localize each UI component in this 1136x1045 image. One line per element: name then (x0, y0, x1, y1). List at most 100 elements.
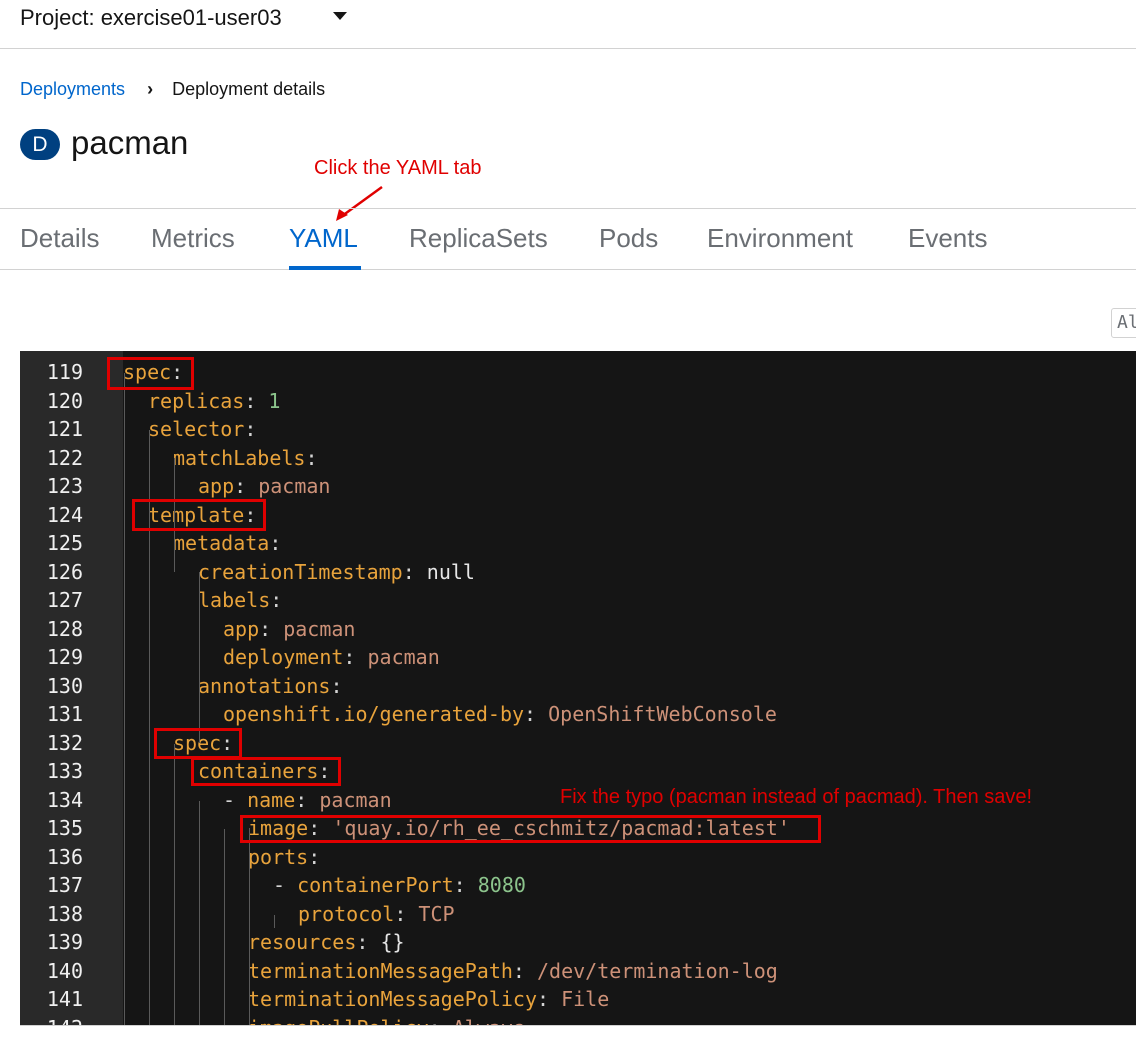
code-line[interactable]: 119 spec: (20, 358, 1136, 387)
breadcrumb-current: Deployment details (172, 79, 326, 99)
code-text: resources: {} (248, 930, 405, 954)
indent-guide (274, 915, 275, 928)
code-text: creationTimestamp: null (198, 559, 475, 584)
line-number: 125 (46, 531, 83, 555)
code-line[interactable]: 133 containers: (20, 757, 1136, 786)
indent-guide (174, 744, 175, 1025)
code-line[interactable]: 124 template: (20, 501, 1136, 530)
caret-down-icon[interactable] (333, 12, 347, 20)
active-tab-indicator (289, 266, 361, 270)
line-number: 136 (46, 844, 83, 869)
line-number: 138 (46, 901, 83, 926)
code-text: labels: (198, 588, 283, 612)
code-text: annotations: (198, 673, 343, 698)
toolbar-button[interactable]: Al (1111, 308, 1136, 338)
code-line[interactable]: 137 - containerPort: 8080 (20, 871, 1136, 900)
line-number: 129 (46, 645, 83, 669)
yaml-editor[interactable]: 118 119spec:120replicas: 1121selector:12… (20, 351, 1136, 1025)
code-line[interactable]: 123 app: pacman (20, 472, 1136, 501)
line-number: 140 (46, 958, 83, 983)
code-line[interactable]: 135 image: 'quay.io/rh_ee_cschmitz/pacmad… (20, 814, 1136, 843)
line-number: 122 (46, 445, 83, 470)
tab-yaml[interactable]: YAML (289, 223, 358, 254)
annotation-yaml-tab: Click the YAML tab (314, 157, 482, 179)
code-text: template: (148, 502, 257, 527)
annotation-typo: Fix the typo (pacman instead of pacmad).… (560, 786, 1033, 808)
code-text: spec: (173, 730, 234, 755)
line-number: 124 (46, 502, 83, 527)
code-text: matchLabels: (173, 445, 318, 470)
code-line[interactable]: 125 metadata: (20, 529, 1136, 558)
tab-replicasets[interactable]: ReplicaSets (409, 223, 548, 254)
breadcrumb-link-deployments[interactable]: Deployments (20, 79, 125, 99)
code-line[interactable]: 130 annotations: (20, 672, 1136, 701)
code-line[interactable]: 128 app: pacman (20, 615, 1136, 644)
line-number: 120 (46, 388, 83, 413)
code-text: openshift.io/generated-by: OpenShiftWebC… (223, 702, 777, 726)
code-text: ports: (248, 844, 321, 869)
code-line[interactable]: 120 replicas: 1 (20, 387, 1136, 416)
tab-details[interactable]: Details (20, 223, 99, 254)
line-number: 127 (46, 588, 83, 612)
line-number: 130 (46, 673, 83, 698)
code-line[interactable]: 126 creationTimestamp: null (20, 558, 1136, 587)
code-text: app: pacman (198, 474, 331, 498)
chevron-right-icon: › (147, 79, 154, 99)
tab-pods[interactable]: Pods (599, 223, 658, 254)
code-text: app: pacman (223, 616, 356, 641)
code-line[interactable]: 132 spec: (20, 729, 1136, 758)
project-selector[interactable]: Project: exercise01-user03 (20, 5, 282, 31)
line-number: 139 (46, 930, 83, 954)
indent-guide (149, 430, 150, 1025)
editor-bottom-border (20, 1025, 1136, 1026)
line-number: 133 (46, 759, 83, 783)
line-number: 137 (46, 873, 83, 897)
breadcrumb: Deployments › Deployment details (20, 79, 325, 100)
code-line[interactable]: 122 matchLabels: (20, 444, 1136, 473)
code-text: terminationMessagePath: /dev/termination… (248, 958, 778, 983)
code-line[interactable]: 136 ports: (20, 843, 1136, 872)
code-text: terminationMessagePolicy: File (248, 987, 610, 1011)
line-number: 119 (46, 360, 83, 384)
line-number: 135 (46, 816, 83, 840)
code-line[interactable]: 131 openshift.io/generated-by: OpenShiftW… (20, 700, 1136, 729)
indent-guide (199, 801, 200, 1025)
line-number: 132 (46, 730, 83, 755)
line-number: 142 (20, 1014, 83, 1026)
code-text: - name: pacman (223, 787, 392, 812)
line-number: 134 (46, 787, 83, 812)
indent-guide (249, 828, 250, 1025)
tab-metrics[interactable]: Metrics (151, 223, 235, 254)
code-line[interactable]: 138 protocol: TCP (20, 900, 1136, 929)
code-text: replicas: 1 (148, 388, 281, 413)
code-line[interactable]: 141 terminationMessagePolicy: File (20, 985, 1136, 1014)
code-line[interactable]: 140 terminationMessagePath: /dev/terminat… (20, 957, 1136, 986)
resource-type-badge: D (20, 129, 60, 160)
code-text: - containerPort: 8080 (273, 873, 526, 897)
indent-guide (224, 829, 225, 1025)
code-text: metadata: (173, 531, 282, 555)
line-number: 123 (46, 474, 83, 498)
code-line[interactable]: 129 deployment: pacman (20, 643, 1136, 672)
code-text: image: 'quay.io/rh_ee_cschmitz/pacmad:la… (248, 816, 790, 840)
code-line[interactable]: 139 resources: {} (20, 928, 1136, 957)
code-text: containers: (198, 759, 331, 783)
code-text: spec: (123, 360, 184, 384)
code-line[interactable]: 142 imagePullPolicy: Always (20, 1014, 1136, 1026)
code-line[interactable]: 121 selector: (20, 415, 1136, 444)
tab-environment[interactable]: Environment (707, 223, 853, 254)
line-number: 121 (46, 417, 83, 441)
line-number: 126 (46, 559, 83, 584)
line-number: 141 (46, 987, 83, 1011)
code-text: selector: (148, 417, 257, 441)
code-line[interactable]: 127 labels: (20, 586, 1136, 615)
code-text: protocol: TCP (298, 901, 455, 926)
indent-guide (174, 458, 175, 572)
code-text: deployment: pacman (223, 645, 440, 669)
project-bar: Project: exercise01-user03 (0, 0, 1136, 49)
code-text: imagePullPolicy: Always (248, 1014, 525, 1026)
indent-guide (124, 373, 125, 1025)
tab-events[interactable]: Events (908, 223, 988, 254)
line-number: 128 (46, 616, 83, 641)
indent-guide (199, 572, 200, 743)
